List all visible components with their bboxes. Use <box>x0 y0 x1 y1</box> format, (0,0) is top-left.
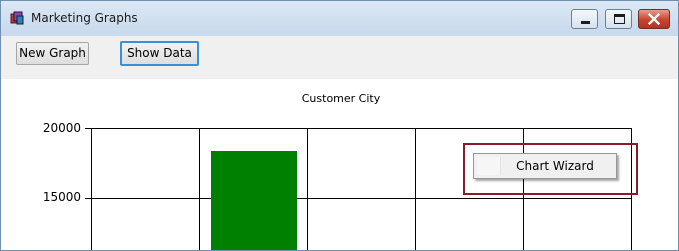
chart-title: Customer City <box>301 92 381 105</box>
toolbar: New Graph Show Data <box>1 36 678 79</box>
context-menu: Chart Wizard <box>473 153 617 179</box>
grid-vline <box>307 129 308 250</box>
y-tick-label-15000: 15000 <box>42 190 81 204</box>
app-window: Marketing Graphs New Graph Show Data Cus… <box>0 0 679 251</box>
maximize-button[interactable] <box>605 9 632 29</box>
window-title: Marketing Graphs <box>31 11 138 25</box>
grid-vline <box>415 129 416 250</box>
grid-vline <box>199 129 200 250</box>
maximize-icon <box>614 14 625 24</box>
close-icon <box>647 12 661 26</box>
new-graph-button[interactable]: New Graph <box>16 42 89 65</box>
chart-wizard-menu-item[interactable]: Chart Wizard <box>475 155 615 177</box>
grid-hline-15000 <box>92 198 631 199</box>
title-bar[interactable]: Marketing Graphs <box>1 1 678 36</box>
app-icon <box>9 10 25 26</box>
y-tick-label-20000: 20000 <box>42 121 81 135</box>
chart-area: Customer City 20000 15000 Chart Wizard <box>1 79 678 250</box>
minimize-icon <box>581 21 590 24</box>
minimize-button[interactable] <box>571 9 598 29</box>
close-button[interactable] <box>638 9 670 29</box>
chart-bar <box>210 151 297 250</box>
show-data-button[interactable]: Show Data <box>120 41 199 66</box>
